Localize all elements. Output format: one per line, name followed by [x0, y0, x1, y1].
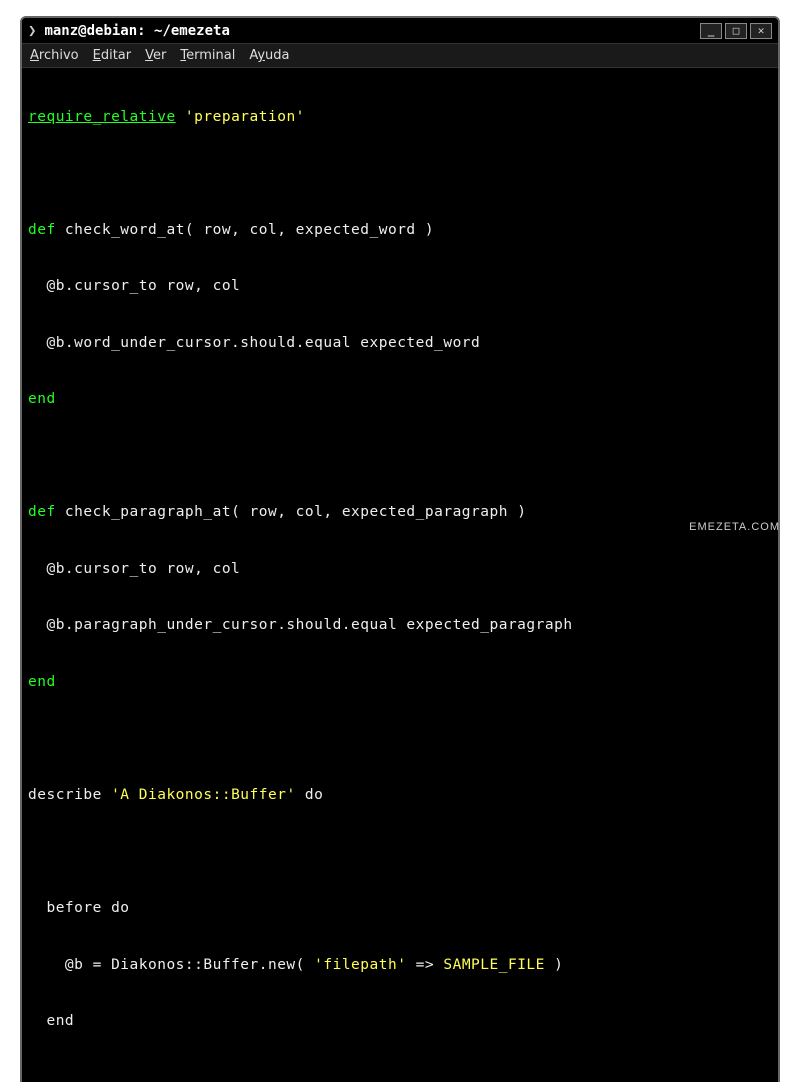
code-line: @b.cursor_to row, col	[28, 560, 772, 579]
watermark: EMEZETA.COM	[689, 521, 780, 533]
minimize-button[interactable]: _	[700, 23, 722, 39]
code-line: def check_paragraph_at( row, col, expect…	[28, 503, 772, 522]
menubar: Archivo Editar Ver Terminal Ayuda	[22, 44, 778, 68]
minimize-icon: _	[708, 24, 715, 37]
menu-editar[interactable]: Editar	[93, 48, 132, 63]
code-line	[28, 843, 772, 862]
code-line: @b = Diakonos::Buffer.new( 'filepath' =>…	[28, 956, 772, 975]
titlebar[interactable]: ❯ manz@debian: ~/emezeta _ □ ✕	[22, 18, 778, 44]
window-title: manz@debian: ~/emezeta	[44, 23, 700, 39]
code-line	[28, 730, 772, 749]
keyword: require_relative	[28, 109, 176, 125]
menu-terminal[interactable]: Terminal	[180, 48, 235, 63]
close-button[interactable]: ✕	[750, 23, 772, 39]
titlebar-caret-icon: ❯	[28, 23, 36, 39]
terminal-window: ❯ manz@debian: ~/emezeta _ □ ✕ Archivo E…	[20, 16, 780, 1082]
code-line	[28, 164, 772, 183]
menu-ayuda[interactable]: Ayuda	[249, 48, 289, 63]
close-icon: ✕	[758, 24, 765, 37]
code-line: end	[28, 1012, 772, 1031]
keyword: end	[28, 391, 56, 407]
string: 'filepath'	[314, 957, 406, 973]
code-line: @b.word_under_cursor.should.equal expect…	[28, 334, 772, 353]
code-line: @b.cursor_to row, col	[28, 277, 772, 296]
maximize-button[interactable]: □	[725, 23, 747, 39]
code-line: end	[28, 673, 772, 692]
code-line: end	[28, 390, 772, 409]
editor-area[interactable]: require_relative 'preparation' def check…	[22, 68, 778, 1082]
window-controls: _ □ ✕	[700, 23, 772, 39]
code-line: before do	[28, 899, 772, 918]
menu-archivo[interactable]: Archivo	[30, 48, 79, 63]
code-line: @b.paragraph_under_cursor.should.equal e…	[28, 616, 772, 635]
code-line: describe 'A Diakonos::Buffer' do	[28, 786, 772, 805]
code-line	[28, 1069, 772, 1082]
keyword: def	[28, 222, 56, 238]
code-line	[28, 447, 772, 466]
code-line: require_relative 'preparation'	[28, 108, 772, 127]
string: 'preparation'	[185, 109, 305, 125]
code-line: def check_word_at( row, col, expected_wo…	[28, 221, 772, 240]
string: 'A Diakonos::Buffer'	[111, 787, 296, 803]
keyword: def	[28, 504, 56, 520]
maximize-icon: □	[733, 24, 740, 37]
keyword: end	[28, 674, 56, 690]
menu-ver[interactable]: Ver	[145, 48, 166, 63]
